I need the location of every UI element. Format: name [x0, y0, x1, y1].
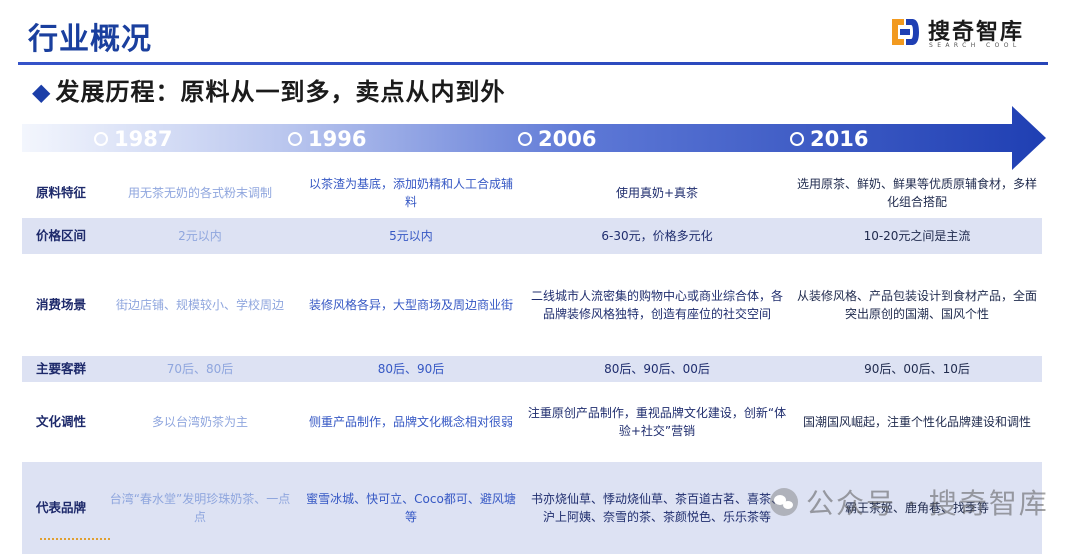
table-cell: 80后、90后	[377, 362, 445, 376]
table-row: 文化调性 多以台湾奶茶为主 侧重产品制作，品牌文化概念相对很弱 注重原创产品制作…	[22, 388, 1042, 456]
row-label: 原料特征	[35, 185, 86, 200]
row-label: 消费场景	[35, 297, 86, 312]
table-cell: 从装修风格、产品包装设计到食材产品，全面突出原创的国潮、国风个性	[796, 289, 1037, 321]
table-cell: 台湾“春水堂”发明珍珠奶茶、一点点	[109, 492, 291, 524]
timeline-circle-icon	[94, 132, 108, 146]
timeline-marker-2006: 2006	[518, 126, 596, 152]
timeline-marker-2016: 2016	[790, 126, 868, 152]
row-label: 价格区间	[35, 228, 86, 243]
table-cell: 使用真奶+真茶	[615, 186, 699, 200]
table-row: 主要客群 70后、80后 80后、90后 80后、90后、00后 90后、00后…	[22, 356, 1042, 382]
row-label: 主要客群	[35, 361, 86, 376]
watermark: 公众号 · 搜奇智库	[770, 482, 1049, 522]
footer-decoration	[40, 538, 110, 543]
timeline-circle-icon	[288, 132, 302, 146]
watermark-text: 公众号 · 搜奇智库	[806, 487, 1049, 520]
logo-mark-icon	[892, 19, 919, 45]
timeline-circle-icon	[518, 132, 532, 146]
table-cell: 用无茶无奶的各式粉末调制	[127, 186, 272, 200]
table-cell: 选用原茶、鲜奶、鲜果等优质原辅食材，多样化组合搭配	[796, 177, 1037, 209]
table-cell: 6-30元，价格多元化	[601, 229, 713, 243]
timeline-marker-1996: 1996	[288, 126, 366, 152]
timeline: 1987 1996 2006 2016	[0, 100, 1080, 170]
timeline-year: 2006	[538, 127, 597, 151]
title-divider	[18, 62, 1048, 65]
table-cell: 2元以内	[178, 229, 222, 243]
table-cell: 90后、00后、10后	[864, 362, 970, 376]
table-row: 消费场景 街边店铺、规模较小、学校周边 装修风格各异，大型商场及周边商业街 二线…	[22, 262, 1042, 348]
brand-logo: 搜奇智库 SEARCH COOL	[888, 14, 1048, 52]
table-cell: 70后、80后	[166, 362, 234, 376]
table-row: 原料特征 用无茶无奶的各式粉末调制 以茶渣为基底，添加奶精和人工合成辅料 使用真…	[22, 170, 1042, 216]
timeline-year: 2016	[810, 127, 869, 151]
table-cell: 多以台湾奶茶为主	[151, 415, 248, 429]
timeline-marker-1987: 1987	[94, 126, 172, 152]
table-cell: 侧重产品制作，品牌文化概念相对很弱	[308, 415, 513, 429]
table-cell: 书亦烧仙草、悸动烧仙草、茶百道古茗、喜茶、沪上阿姨、奈雪的茶、茶颜悦色、乐乐茶等	[530, 492, 783, 524]
table-cell: 5元以内	[389, 229, 433, 243]
wechat-icon	[770, 488, 798, 516]
page-title: 行业概况	[28, 22, 152, 57]
timeline-year: 1987	[114, 127, 173, 151]
row-label: 文化调性	[35, 414, 86, 429]
table-cell: 注重原创产品制作，重视品牌文化建设，创新“体验+社交”营销	[527, 406, 787, 438]
table-cell: 国潮国风崛起，注重个性化品牌建设和调性	[802, 415, 1031, 429]
table-cell: 80后、90后、00后	[604, 362, 710, 376]
table-cell: 10-20元之间是主流	[863, 229, 971, 243]
table-cell: 蜜雪冰城、快可立、Coco都可、避风塘等	[306, 492, 516, 524]
table-cell: 二线城市人流密集的购物中心或商业综合体，各品牌装修风格独特，创造有座位的社交空间	[530, 289, 783, 321]
timeline-year: 1996	[308, 127, 367, 151]
table-row: 价格区间 2元以内 5元以内 6-30元，价格多元化 10-20元之间是主流	[22, 218, 1042, 254]
logo-subtext: SEARCH COOL	[929, 42, 1021, 49]
timeline-circle-icon	[790, 132, 804, 146]
table-cell: 以茶渣为基底，添加奶精和人工合成辅料	[308, 177, 513, 209]
table-cell: 装修风格各异，大型商场及周边商业街	[308, 298, 513, 312]
table-cell: 街边店铺、规模较小、学校周边	[115, 298, 284, 312]
